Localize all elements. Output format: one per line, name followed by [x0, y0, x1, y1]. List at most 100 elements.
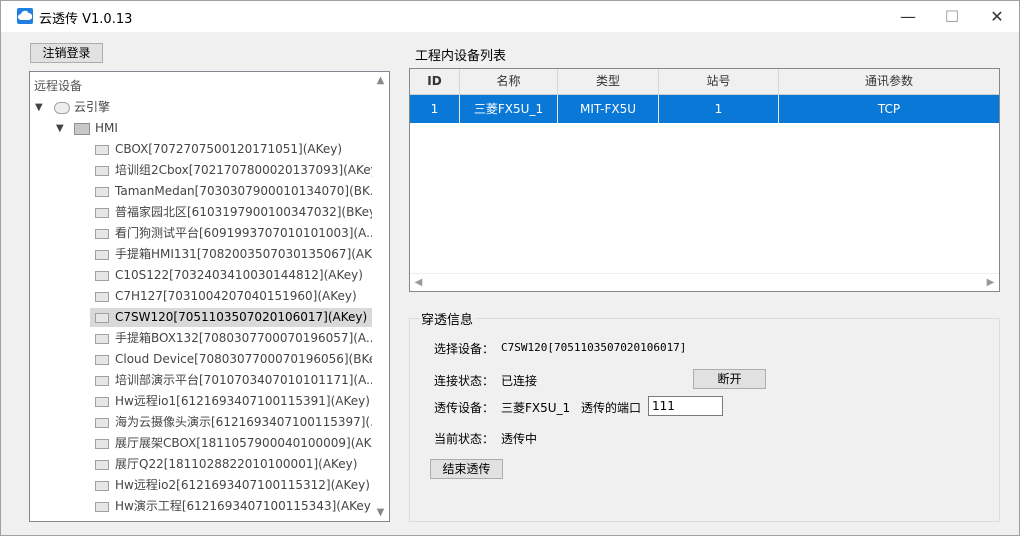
device-tree-item[interactable]: Hw演示工程[6121693407100115343](AKey) [90, 497, 376, 516]
device-icon [95, 397, 109, 407]
device-tree-item-label: 展厅展架CBOX[1811057900040100009](AK... [115, 436, 383, 450]
device-tree-item-label: Cloud Device[7080307700070196056](BKey) [115, 352, 388, 366]
device-tree-item[interactable]: C10S122[7032403410030144812](AKey) [90, 266, 372, 285]
grid-header: ID 名称 类型 站号 通讯参数 [410, 69, 999, 95]
device-icon [95, 271, 109, 281]
device-tree-item-label: Hw远程io1[6121693407100115391](AKey) [115, 394, 370, 408]
logout-button[interactable]: 注销登录 [30, 43, 103, 63]
device-icon [95, 313, 109, 323]
cloud-app-icon [17, 8, 33, 24]
device-tree-item-label: 培训组2Cbox[7021707800020137093](AKey) [115, 163, 383, 177]
device-tree-item-label: 手提箱HMI131[7082003507030135067](AK... [115, 247, 384, 261]
passthrough-port-label: 透传的端口 [581, 401, 642, 415]
hmi-node-icon [74, 123, 90, 135]
select-device-value: C7SW120[7051103507020106017] [501, 341, 687, 354]
cell-comm: TCP [877, 102, 901, 116]
column-header-name[interactable]: 名称 [460, 69, 558, 94]
tree-scrollbar[interactable]: ▲ ▼ [372, 72, 389, 521]
tree-node-hmi[interactable]: HMI [95, 119, 118, 138]
chevron-down-icon[interactable]: ▼ [56, 123, 64, 134]
device-tree-item-label: C10S122[7032403410030144812](AKey) [115, 268, 363, 282]
device-icon [95, 250, 109, 260]
chevron-down-icon[interactable]: ▼ [35, 102, 43, 113]
device-icon [95, 334, 109, 344]
device-tree-item[interactable]: 培训组2Cbox[7021707800020137093](AKey) [90, 161, 382, 180]
disconnect-button[interactable]: 断开 [693, 369, 766, 389]
column-header-comm[interactable]: 通讯参数 [779, 69, 999, 94]
device-icon [95, 145, 109, 155]
connection-state-value: 已连接 [501, 374, 538, 388]
device-tree-item[interactable]: 普福家园北区[6103197900100347032](BKey) [90, 203, 381, 222]
device-tree-item[interactable]: Hw远程io2[6121693407100115312](AKey) [90, 476, 372, 495]
tree-node-cloud-engine[interactable]: 云引擎 [74, 98, 110, 117]
minimize-button[interactable]: — [885, 1, 931, 32]
device-icon [95, 502, 109, 512]
end-passthrough-button[interactable]: 结束透传 [430, 459, 503, 479]
device-list-grid[interactable]: ID 名称 类型 站号 通讯参数 1 三菱FX5U_1 MIT-FX5U 1 T… [409, 68, 1000, 292]
device-tree-item-label: Hw远程io2[6121693407100115312](AKey) [115, 478, 370, 492]
device-tree-item[interactable]: 手提箱BOX132[7080307700070196057](A... [90, 329, 377, 348]
cell-type: MIT-FX5U [558, 95, 659, 123]
device-tree-item[interactable]: 海为云摄像头演示[6121693407100115397](... [90, 413, 382, 432]
current-state-value: 透传中 [501, 432, 538, 446]
device-tree-item[interactable]: TamanMedan[7030307900010134070](BK... [90, 182, 381, 201]
passthrough-device-label: 透传设备： [434, 401, 495, 415]
device-icon [95, 229, 109, 239]
device-icon [95, 208, 109, 218]
scroll-up-icon[interactable]: ▲ [372, 72, 389, 89]
device-tree-item[interactable]: Hw远程io1[6121693407100115391](AKey) [90, 392, 372, 411]
device-tree-item-label: 普福家园北区[6103197900100347032](BKey) [115, 205, 381, 219]
device-tree-item[interactable]: 展厅Q22[1811028822010100001](AKey) [90, 455, 372, 474]
maximize-button[interactable]: ☐ [929, 1, 975, 32]
device-icon [95, 418, 109, 428]
device-icon [95, 439, 109, 449]
passthrough-info-title: 穿透信息 [419, 309, 476, 328]
passthrough-info-group [409, 318, 1000, 522]
passthrough-port-input[interactable] [648, 396, 723, 416]
cloud-node-icon [54, 102, 70, 114]
device-tree-item[interactable]: C7SW120[7051103507020106017](AKey) [90, 308, 372, 327]
cell-station: 1 [659, 95, 779, 123]
remote-device-tree[interactable]: 远程设备 ▼ 云引擎 ▼ HMI CBOX[707270750012017105… [29, 71, 390, 522]
device-tree-item-label: 看门狗测试平台[6091993707010101003](A... [115, 226, 378, 240]
scroll-down-icon[interactable]: ▼ [372, 504, 389, 521]
passthrough-device-value: 三菱FX5U_1 [501, 401, 571, 415]
device-tree-item-label: C7SW120[7051103507020106017](AKey) [115, 310, 368, 324]
table-row[interactable]: 1 三菱FX5U_1 MIT-FX5U 1 TCP [410, 95, 999, 123]
device-icon [95, 460, 109, 470]
title-bar: 云透传 V1.0.13 — ☐ ✕ [1, 1, 1019, 32]
device-tree-item-label: 海为云摄像头演示[6121693407100115397](... [115, 415, 382, 429]
column-header-station[interactable]: 站号 [659, 69, 779, 94]
device-tree-item[interactable]: 手提箱HMI131[7082003507030135067](AK... [90, 245, 383, 264]
select-device-label: 选择设备： [434, 342, 495, 356]
device-icon [95, 376, 109, 386]
grid-hscrollbar[interactable]: ◀ ▶ [410, 273, 999, 291]
column-header-id[interactable]: ID [410, 69, 460, 94]
device-tree-item-label: TamanMedan[7030307900010134070](BK... [115, 184, 382, 198]
device-tree-item[interactable]: 培训部演示平台[7010703407010101171](A... [90, 371, 378, 390]
device-tree-item-label: 培训部演示平台[7010703407010101171](A... [115, 373, 378, 387]
device-tree-item[interactable]: C7H127[7031004207040151960](AKey) [90, 287, 372, 306]
scroll-right-icon[interactable]: ▶ [982, 274, 999, 291]
app-window: 云透传 V1.0.13 — ☐ ✕ 注销登录 远程设备 ▼ 云引擎 ▼ HMI … [0, 0, 1020, 536]
device-tree-item[interactable]: 展厅展架CBOX[1811057900040100009](AK... [90, 434, 383, 453]
tree-header: 远程设备 [34, 79, 83, 93]
device-icon [95, 187, 109, 197]
device-tree-item[interactable]: 看门狗测试平台[6091993707010101003](A... [90, 224, 378, 243]
device-tree-item[interactable]: CBOX[7072707500120171051](AKey) [90, 140, 372, 159]
scroll-left-icon[interactable]: ◀ [410, 274, 427, 291]
close-button[interactable]: ✕ [974, 1, 1020, 32]
device-tree-item-label: 展厅Q22[1811028822010100001](AKey) [115, 457, 358, 471]
current-state-label: 当前状态： [434, 432, 495, 446]
device-tree-item-label: Hw演示工程[6121693407100115343](AKey) [115, 499, 376, 513]
device-tree-item-label: C7H127[7031004207040151960](AKey) [115, 289, 357, 303]
cell-name: 三菱FX5U_1 [460, 95, 558, 123]
device-tree-item-label: 手提箱BOX132[7080307700070196057](A... [115, 331, 378, 345]
column-header-type[interactable]: 类型 [558, 69, 659, 94]
device-tree-item[interactable]: Cloud Device[7080307700070196056](BKey) [90, 350, 388, 369]
device-tree-item-label: CBOX[7072707500120171051](AKey) [115, 142, 343, 156]
device-icon [95, 481, 109, 491]
device-list-title: 工程内设备列表 [415, 49, 507, 64]
cell-id: 1 [410, 95, 460, 123]
device-icon [95, 355, 109, 365]
